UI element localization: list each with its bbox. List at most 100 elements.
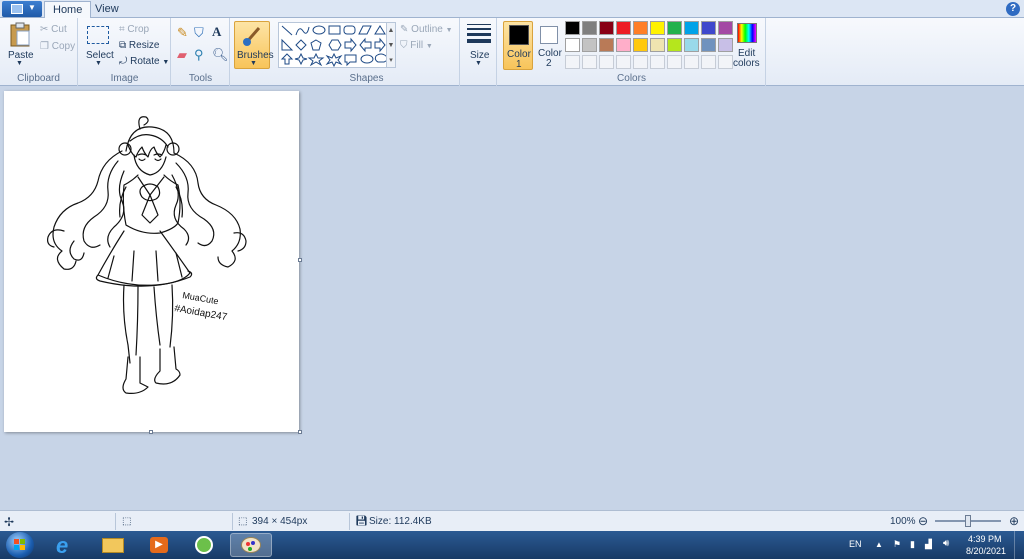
palette-custom-slot[interactable] [633, 55, 648, 69]
start-button[interactable] [6, 532, 34, 558]
zoom-level: 100% [890, 516, 916, 527]
group-label-colors: Colors [617, 73, 646, 84]
tray-arrow-icon[interactable]: ▲ [875, 540, 883, 549]
language-indicator[interactable]: EN [849, 539, 862, 549]
palette-color-swatch[interactable] [684, 21, 699, 35]
select-button[interactable]: Select ▼ [85, 24, 114, 70]
text-tool-icon[interactable]: A [212, 25, 221, 39]
size-button[interactable]: Size ▼ [465, 22, 493, 70]
palette-color-swatch[interactable] [582, 38, 597, 52]
outline-label: Outline [411, 24, 443, 35]
shapes-gallery[interactable] [278, 22, 390, 68]
palette-color-swatch[interactable] [599, 38, 614, 52]
color-picker-icon[interactable]: ⚲ [194, 48, 204, 62]
taskbar-media-player[interactable]: ▶ [138, 533, 180, 557]
palette-color-swatch[interactable] [633, 38, 648, 52]
pencil-icon[interactable]: ✎ [177, 26, 188, 40]
help-icon[interactable]: ? [1006, 2, 1020, 16]
taskbar-file-explorer[interactable] [92, 533, 134, 557]
fill-bucket-icon[interactable]: ⛉ [194, 26, 204, 40]
resize-handle-bottom[interactable] [149, 430, 153, 434]
palette-color-swatch[interactable] [650, 21, 665, 35]
palette-custom-slot[interactable] [650, 55, 665, 69]
palette-color-swatch[interactable] [565, 21, 580, 35]
taskbar-app[interactable] [184, 533, 226, 557]
palette-color-swatch[interactable] [701, 21, 716, 35]
paste-button[interactable]: Paste ▼ [4, 22, 36, 70]
taskbar-internet-explorer[interactable]: e [46, 533, 88, 558]
magnifier-icon[interactable]: 🔍︎ [212, 48, 229, 62]
palette-custom-slot[interactable] [667, 55, 682, 69]
palette-custom-slot[interactable] [582, 55, 597, 69]
palette-custom-slot[interactable] [565, 55, 580, 69]
zoom-out-icon[interactable]: ⊖ [918, 514, 928, 528]
status-separator [115, 513, 116, 530]
palette-custom-slot[interactable] [599, 55, 614, 69]
palette-color-swatch[interactable] [582, 21, 597, 35]
palette-custom-slot[interactable] [616, 55, 631, 69]
clock-date[interactable]: 8/20/2021 [966, 546, 1006, 556]
media-player-icon: ▶ [150, 537, 168, 553]
copy-label: Copy [51, 41, 76, 52]
network-icon[interactable]: ▟ [925, 539, 932, 550]
fill-label: Fill [410, 40, 424, 51]
crop-button[interactable]: ⌗ Crop [119, 23, 149, 37]
brushes-button[interactable]: Brushes ▼ [234, 21, 274, 69]
windows-logo-icon [14, 539, 26, 551]
resize-label: Resize [128, 40, 160, 51]
palette-color-swatch[interactable] [616, 21, 631, 35]
tab-home[interactable]: Home [44, 1, 92, 18]
zoom-slider-thumb[interactable] [965, 515, 971, 527]
volume-icon[interactable]: 🔊︎ [943, 538, 949, 549]
ribbon-tab-strip: ▼ Home View ? [0, 0, 1024, 18]
color2-button[interactable]: Color 2 [535, 21, 565, 70]
palette-color-swatch[interactable] [667, 38, 682, 52]
palette-custom-slot[interactable] [718, 55, 733, 69]
drawing-canvas[interactable]: MuaCute #Aoidap247 [4, 91, 299, 432]
chevron-down-icon: ▼ [445, 27, 453, 34]
rotate-icon: ⤾ [119, 56, 128, 67]
color-palette [565, 21, 735, 71]
palette-color-swatch[interactable] [565, 38, 580, 52]
action-center-icon[interactable]: ⚑ [893, 539, 901, 550]
show-desktop-button[interactable] [1014, 531, 1024, 559]
zoom-slider[interactable] [935, 515, 1001, 527]
copy-button[interactable]: ❐ Copy [40, 40, 75, 54]
battery-icon[interactable]: ▮ [910, 539, 915, 550]
palette-color-swatch[interactable] [718, 38, 733, 52]
palette-color-swatch[interactable] [599, 21, 614, 35]
shapes-gallery-scroll[interactable]: ▲ ▼ ▾ [386, 22, 396, 68]
palette-custom-slot[interactable] [684, 55, 699, 69]
chevron-down-icon: ▼ [95, 60, 102, 67]
fill-button[interactable]: ⛉ Fill ▼ [400, 39, 433, 53]
image-size-icon: ⬚ [238, 516, 248, 527]
palette-color-swatch[interactable] [667, 21, 682, 35]
clock-time[interactable]: 4:39 PM [968, 534, 1002, 544]
group-colors: Color 1 Color 2 Edit colors Colors [498, 18, 766, 86]
cut-label: Cut [51, 24, 67, 35]
palette-color-swatch[interactable] [684, 38, 699, 52]
outline-button[interactable]: ✎ Outline ▼ [400, 23, 453, 37]
color1-button[interactable]: Color 1 [503, 21, 533, 70]
palette-color-swatch[interactable] [701, 38, 716, 52]
taskbar-paint[interactable] [230, 533, 272, 557]
palette-color-swatch[interactable] [650, 38, 665, 52]
rotate-button[interactable]: ⤾ Rotate ▼ [119, 55, 169, 69]
palette-custom-slot[interactable] [701, 55, 716, 69]
resize-handle-corner[interactable] [298, 430, 302, 434]
palette-color-swatch[interactable] [718, 21, 733, 35]
resize-handle-right[interactable] [298, 258, 302, 262]
palette-color-swatch[interactable] [633, 21, 648, 35]
group-size: Size ▼ [461, 18, 497, 86]
folder-icon [102, 538, 124, 553]
zoom-in-icon[interactable]: ⊕ [1009, 514, 1019, 528]
edit-colors-button[interactable]: Edit colors [732, 21, 764, 70]
tab-view[interactable]: View [87, 1, 127, 18]
internet-explorer-icon: e [56, 533, 69, 558]
ribbon: Paste ▼ ✂ Cut ❐ Copy Clipboard Select ▼ … [0, 18, 1024, 86]
palette-color-swatch[interactable] [616, 38, 631, 52]
paint-menu-button[interactable]: ▼ [2, 1, 42, 17]
cut-button[interactable]: ✂ Cut [40, 23, 67, 37]
resize-button[interactable]: ⧉ Resize [119, 39, 160, 53]
eraser-icon[interactable]: ▰ [177, 48, 187, 62]
